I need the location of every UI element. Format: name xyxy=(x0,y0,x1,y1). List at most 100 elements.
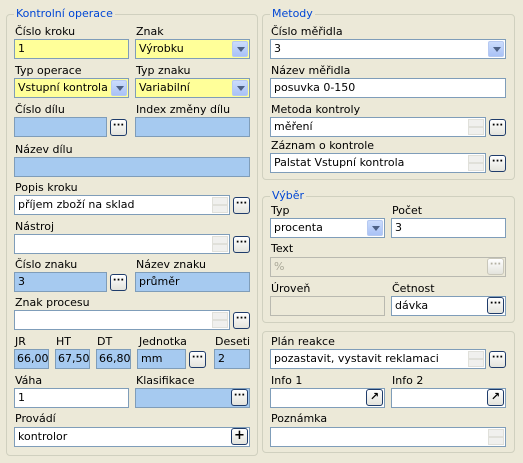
cislo-dilu-label: Číslo dílu xyxy=(15,103,65,116)
spin-updown-icon[interactable] xyxy=(468,351,484,367)
popis-kroku-field[interactable]: příjem zboží na sklad xyxy=(14,195,230,215)
jednotka-lookup-button[interactable]: ··· xyxy=(189,351,206,368)
jednotka-label: Jednotka xyxy=(139,335,187,348)
chevron-down-icon[interactable] xyxy=(232,41,248,57)
deseti-label: Deseti xyxy=(215,335,251,348)
typ-select[interactable]: procenta xyxy=(270,218,385,238)
vaha-label: Váha xyxy=(15,374,43,387)
metoda-kontroly-value: měření xyxy=(274,120,313,133)
typ-znaku-select[interactable]: Variabilní xyxy=(135,78,250,98)
provadi-field[interactable]: kontrolor + xyxy=(14,427,250,447)
cislo-znaku-label: Číslo znaku xyxy=(15,258,78,271)
nastroj-lookup-button[interactable]: ··· xyxy=(233,236,250,253)
info2-label: Info 2 xyxy=(392,374,424,387)
nastroj-field[interactable] xyxy=(14,234,230,254)
spin-updown-icon[interactable] xyxy=(468,155,484,171)
index-zmeny-dilu-field[interactable] xyxy=(135,117,250,137)
nazev-znaku-field[interactable]: průměr xyxy=(135,272,250,292)
index-zmeny-dilu-label: Index změny dílu xyxy=(136,103,231,116)
cislo-kroku-label: Číslo kroku xyxy=(15,25,76,38)
znak-select[interactable]: Výrobku xyxy=(135,39,250,59)
nazev-znaku-label: Název znaku xyxy=(136,258,207,271)
dt-field[interactable]: 66,80 xyxy=(96,349,131,369)
plan-reakce-value: pozastavit, vystavit reklamaci xyxy=(274,352,439,365)
typ-operace-value: Vstupní kontrola xyxy=(18,81,108,94)
info1-field[interactable]: ↗ xyxy=(270,388,385,408)
spin-updown-icon[interactable] xyxy=(212,197,228,213)
plan-reakce-lookup-button[interactable]: ··· xyxy=(489,351,506,368)
jr-label: JR xyxy=(15,335,26,348)
plan-reakce-label: Plán reakce xyxy=(271,335,335,348)
cetnost-field[interactable]: dávka ··· xyxy=(391,296,506,316)
nazev-dilu-field[interactable] xyxy=(14,157,250,177)
klasifikace-lookup-button[interactable]: ··· xyxy=(231,389,248,406)
text-label: Text xyxy=(271,242,294,255)
nazev-dilu-label: Název dílu xyxy=(15,143,73,156)
uroven-field xyxy=(270,296,385,316)
metoda-kontroly-field[interactable]: měření xyxy=(270,117,486,137)
cislo-meridla-select[interactable]: 3 xyxy=(270,39,506,59)
spin-updown-icon[interactable] xyxy=(212,236,228,252)
znak-label: Znak xyxy=(136,25,164,38)
cislo-meridla-value: 3 xyxy=(274,42,281,55)
znak-value: Výrobku xyxy=(139,42,184,55)
cetnost-value: dávka xyxy=(395,299,429,312)
jump-arrow-icon[interactable]: ↗ xyxy=(366,389,383,406)
pocet-field[interactable]: 3 xyxy=(391,218,506,238)
text-lookup-button: ··· xyxy=(487,258,504,275)
cislo-znaku-lookup-button[interactable]: ··· xyxy=(110,274,127,291)
metody-title: Metody xyxy=(270,7,315,21)
typ-znaku-value: Variabilní xyxy=(139,81,190,94)
cislo-dilu-field[interactable] xyxy=(14,117,107,137)
cislo-dilu-lookup-button[interactable]: ··· xyxy=(110,119,127,136)
klasifikace-field[interactable]: ··· xyxy=(135,388,250,408)
typ-znaku-label: Typ znaku xyxy=(136,64,191,77)
typ-value: procenta xyxy=(274,221,323,234)
chevron-down-icon[interactable] xyxy=(367,220,383,236)
znak-procesu-label: Znak procesu xyxy=(15,296,90,309)
jump-arrow-icon[interactable]: ↗ xyxy=(487,389,504,406)
ht-label: HT xyxy=(56,335,71,348)
provadi-label: Provádí xyxy=(15,412,56,425)
jednotka-field[interactable]: mm xyxy=(137,349,186,369)
znak-procesu-lookup-button[interactable]: ··· xyxy=(233,312,250,329)
spin-updown-icon[interactable] xyxy=(212,312,228,328)
typ-label: Typ xyxy=(271,204,290,217)
chevron-down-icon[interactable] xyxy=(111,80,127,96)
text-field: % ··· xyxy=(270,257,506,277)
typ-operace-select[interactable]: Vstupní kontrola xyxy=(14,78,129,98)
jr-field[interactable]: 66,00 xyxy=(14,349,49,369)
znak-procesu-field[interactable] xyxy=(14,310,230,330)
nastroj-label: Nástroj xyxy=(15,220,55,233)
provadi-add-button[interactable]: + xyxy=(231,428,248,445)
chevron-down-icon[interactable] xyxy=(232,80,248,96)
klasifikace-label: Klasifikace xyxy=(136,374,195,387)
poznamka-field[interactable] xyxy=(270,427,506,447)
spin-updown-icon[interactable] xyxy=(468,119,484,135)
cislo-znaku-field[interactable]: 3 xyxy=(14,272,107,292)
ht-field[interactable]: 67,50 xyxy=(55,349,90,369)
nazev-meridla-field[interactable]: posuvka 0-150 xyxy=(270,78,506,98)
text-value: % xyxy=(274,260,285,273)
popis-kroku-lookup-button[interactable]: ··· xyxy=(233,197,250,214)
plan-reakce-field[interactable]: pozastavit, vystavit reklamaci xyxy=(270,349,486,369)
zaznam-o-kontrole-lookup-button[interactable]: ··· xyxy=(489,155,506,172)
poznamka-label: Poznámka xyxy=(271,412,328,425)
chevron-down-icon[interactable] xyxy=(488,41,504,57)
dt-label: DT xyxy=(97,335,113,348)
vaha-field[interactable]: 1 xyxy=(14,388,129,408)
zaznam-o-kontrole-field[interactable]: Palstat Vstupní kontrola xyxy=(270,153,486,173)
cislo-kroku-field[interactable]: 1 xyxy=(14,39,129,59)
nazev-meridla-label: Název měřidla xyxy=(271,64,351,77)
kontrolni-operace-title: Kontrolní operace xyxy=(14,7,115,21)
typ-operace-label: Typ operace xyxy=(15,64,82,77)
zaznam-o-kontrole-label: Záznam o kontrole xyxy=(271,139,375,152)
info2-field[interactable]: ↗ xyxy=(391,388,506,408)
spin-updown-icon[interactable] xyxy=(488,429,504,445)
vyber-title: Výběr xyxy=(270,189,307,203)
pocet-label: Počet xyxy=(392,204,423,217)
zaznam-o-kontrole-value: Palstat Vstupní kontrola xyxy=(274,156,405,169)
cetnost-lookup-button[interactable]: ··· xyxy=(487,297,504,314)
deseti-field[interactable]: 2 xyxy=(214,349,250,369)
metoda-kontroly-lookup-button[interactable]: ··· xyxy=(489,119,506,136)
